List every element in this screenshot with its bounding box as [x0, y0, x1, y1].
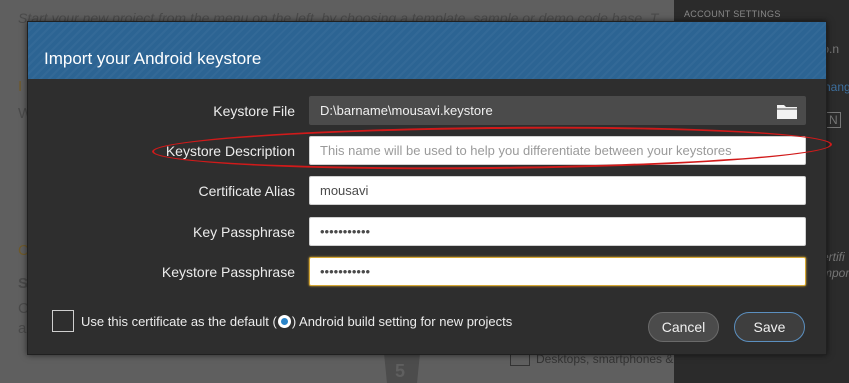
default-certificate-checkbox[interactable] — [52, 310, 74, 332]
folder-icon[interactable] — [776, 102, 798, 120]
certificate-alias-field[interactable] — [309, 176, 806, 205]
save-button[interactable]: Save — [734, 312, 805, 342]
checkbox-label-after: ) Android build setting for new projects — [291, 314, 513, 329]
keystore-passphrase-field[interactable] — [309, 257, 806, 286]
sidebar-title: ACCOUNT SETTINGS — [684, 9, 781, 19]
bg-fragment: I — [18, 78, 23, 95]
keystore-passphrase-label: Keystore Passphrase — [161, 264, 295, 280]
import-keystore-dialog: Import your Android keystore Keystore Fi… — [27, 21, 833, 355]
sidebar-fragment: nang — [824, 80, 849, 94]
dialog-title: Import your Android keystore — [44, 49, 262, 68]
dialog-header: Import your Android keystore — [28, 22, 826, 79]
sidebar-fragment: N — [826, 112, 841, 128]
default-certificate-label: Use this certificate as the default ( ) A… — [81, 314, 512, 329]
keystore-description-field[interactable] — [309, 136, 806, 165]
checkbox-label-before: Use this certificate as the default ( — [81, 314, 277, 329]
keystore-file-label: Keystore File — [213, 103, 295, 119]
key-passphrase-field[interactable] — [309, 217, 806, 246]
bg-fragment: a — [18, 320, 27, 337]
keystore-description-label: Keystore Description — [165, 143, 295, 159]
keystore-file-field[interactable] — [309, 96, 806, 125]
certificate-alias-label: Certificate Alias — [198, 183, 295, 199]
key-passphrase-label: Key Passphrase — [193, 224, 295, 240]
cancel-button[interactable]: Cancel — [648, 312, 719, 342]
help-circle-icon[interactable] — [277, 315, 291, 328]
html5-logo-icon: 5 — [384, 353, 420, 383]
